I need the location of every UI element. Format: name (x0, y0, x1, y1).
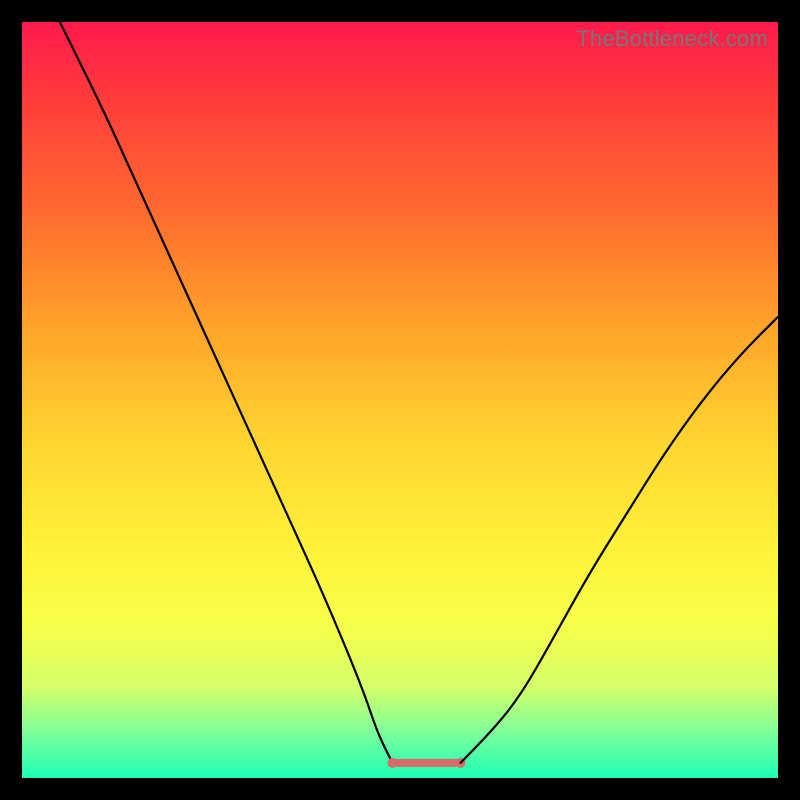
series-group (60, 22, 778, 768)
series-curve-right (460, 317, 778, 763)
series-curve-left (60, 22, 393, 763)
series-flat-bottom-cap (387, 758, 397, 768)
plot-area: TheBottleneck.com (22, 22, 778, 778)
chart-svg (22, 22, 778, 778)
chart-frame: TheBottleneck.com (0, 0, 800, 800)
